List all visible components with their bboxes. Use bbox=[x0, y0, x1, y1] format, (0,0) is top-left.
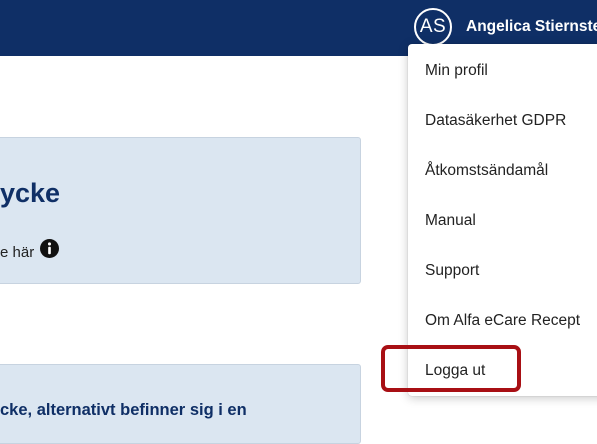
avatar[interactable]: AS bbox=[414, 8, 452, 46]
user-menu-toggle[interactable]: AS Angelica Stiernstedt bbox=[414, 6, 597, 48]
menu-item-datasakerhet-gdpr[interactable]: Datasäkerhet GDPR bbox=[425, 112, 566, 130]
user-dropdown-menu: Min profil Datasäkerhet GDPR Åtkomstsänd… bbox=[408, 44, 597, 396]
menu-item-om-alfa-ecare-recept[interactable]: Om Alfa eCare Recept bbox=[425, 312, 580, 330]
secondary-card-text: cke, alternativt befinner sig i en bbox=[0, 401, 247, 419]
menu-item-min-profil[interactable]: Min profil bbox=[425, 62, 488, 80]
menu-item-support[interactable]: Support bbox=[425, 262, 479, 280]
info-card bbox=[0, 137, 361, 284]
card-subtitle-text: e här bbox=[0, 244, 35, 261]
info-icon[interactable] bbox=[40, 239, 60, 258]
menu-item-manual[interactable]: Manual bbox=[425, 212, 476, 230]
menu-item-atkomstsandamal[interactable]: Åtkomstsändamål bbox=[425, 162, 548, 180]
card-subtitle: e här bbox=[0, 239, 60, 261]
logout-highlight-box bbox=[381, 345, 521, 392]
user-name[interactable]: Angelica Stiernstedt bbox=[466, 18, 597, 36]
card-title: ycke bbox=[0, 178, 61, 208]
